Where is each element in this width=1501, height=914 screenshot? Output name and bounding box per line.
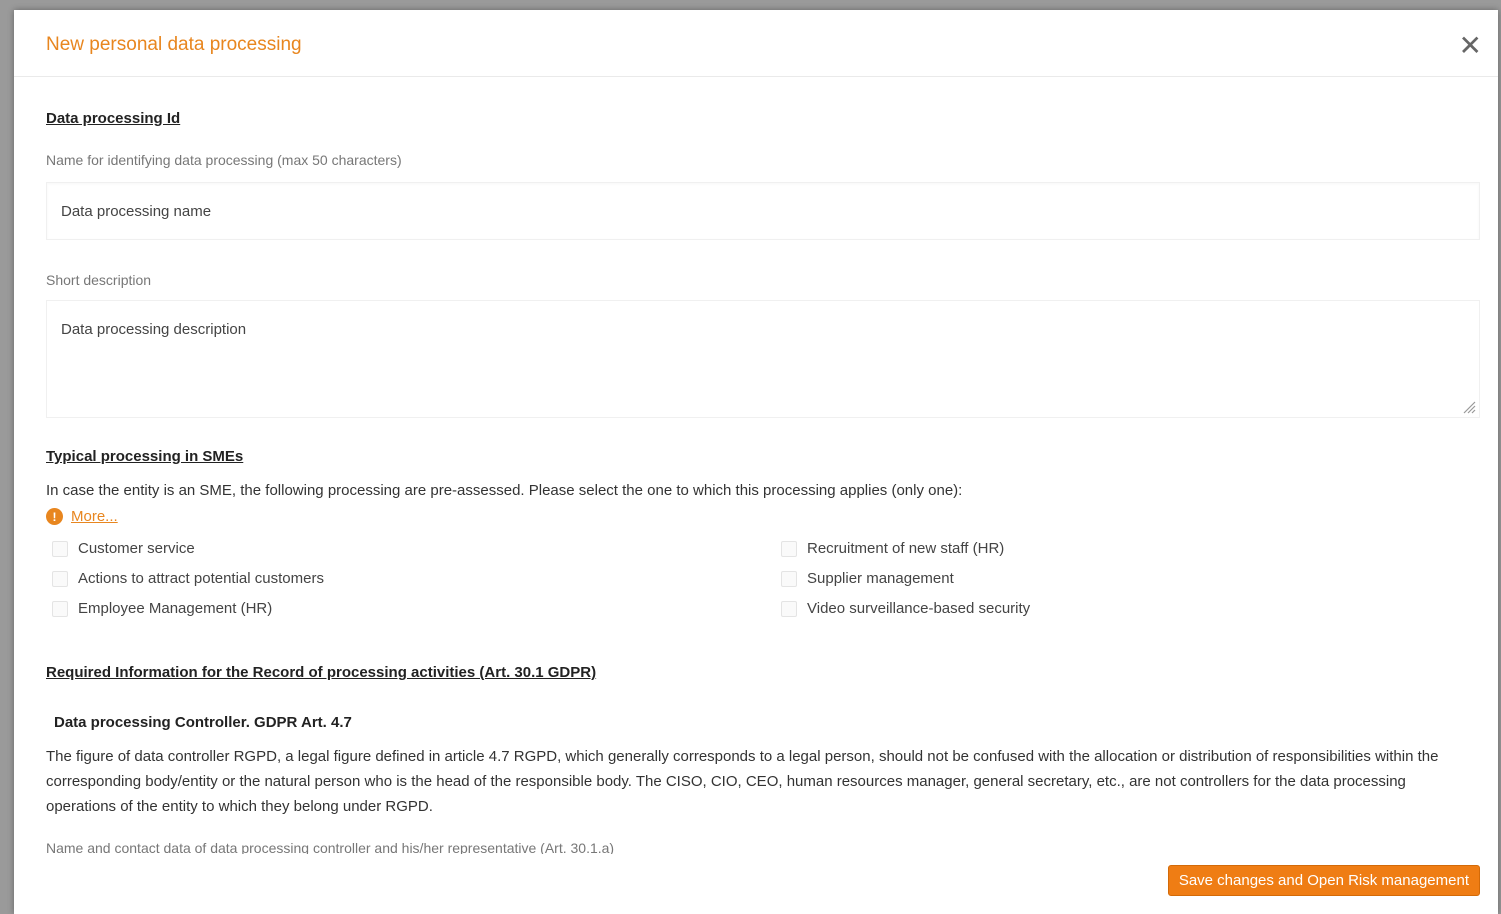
checkbox[interactable] — [52, 600, 68, 617]
description-wrapper: Data processing description — [46, 300, 1480, 418]
option-attract-customers[interactable]: Actions to attract potential customers — [52, 570, 324, 587]
option-label: Employee Management (HR) — [78, 600, 273, 617]
dialog-body: Data processing Id Name for identifying … — [46, 76, 1480, 854]
save-and-open-risk-button[interactable]: Save changes and Open Risk management — [1167, 865, 1480, 896]
checkbox[interactable] — [52, 540, 68, 557]
section-title-data-processing-id: Data processing Id — [46, 110, 181, 127]
dialog: New personal data processing ✕ Data proc… — [14, 10, 1498, 914]
option-label: Recruitment of new staff (HR) — [807, 540, 1005, 557]
description-textarea[interactable]: Data processing description — [46, 300, 1480, 418]
option-video-surveillance[interactable]: Video surveillance-based security — [781, 600, 1030, 617]
dialog-footer: Save changes and Open Risk management — [14, 854, 1498, 914]
checkbox[interactable] — [52, 570, 68, 587]
option-label: Supplier management — [807, 570, 954, 587]
controller-description: The figure of data controller RGPD, a le… — [46, 748, 1439, 815]
checkbox[interactable] — [781, 600, 797, 617]
option-label: Video surveillance-based security — [807, 600, 1031, 617]
section-title-typical-processing: Typical processing in SMEs — [46, 448, 244, 465]
more-link[interactable]: More... — [71, 508, 118, 525]
checkbox[interactable] — [781, 570, 797, 587]
description-field-label: Short description — [46, 272, 152, 288]
sme-intro-text: In case the entity is an SME, the follow… — [46, 482, 963, 499]
option-supplier-management[interactable]: Supplier management — [781, 570, 954, 587]
info-icon: ! — [46, 508, 63, 525]
resize-handle-icon[interactable] — [1462, 400, 1476, 414]
checkbox[interactable] — [781, 540, 797, 557]
name-input[interactable] — [46, 182, 1480, 240]
dialog-header: New personal data processing ✕ — [14, 10, 1498, 77]
controller-title: Data processing Controller. GDPR Art. 4.… — [54, 714, 352, 731]
name-field-label: Name for identifying data processing (ma… — [46, 152, 402, 168]
option-employee-management[interactable]: Employee Management (HR) — [52, 600, 272, 617]
more-info: ! More... — [46, 508, 118, 525]
section-title-record: Required Information for the Record of p… — [46, 664, 597, 681]
option-label: Actions to attract potential customers — [78, 570, 324, 587]
close-icon[interactable]: ✕ — [1459, 32, 1482, 60]
dialog-title: New personal data processing — [46, 34, 302, 55]
option-customer-service[interactable]: Customer service — [52, 540, 195, 557]
option-label: Customer service — [78, 540, 195, 557]
contact-field-label: Name and contact data of data processing… — [46, 840, 615, 854]
option-recruitment[interactable]: Recruitment of new staff (HR) — [781, 540, 1004, 557]
